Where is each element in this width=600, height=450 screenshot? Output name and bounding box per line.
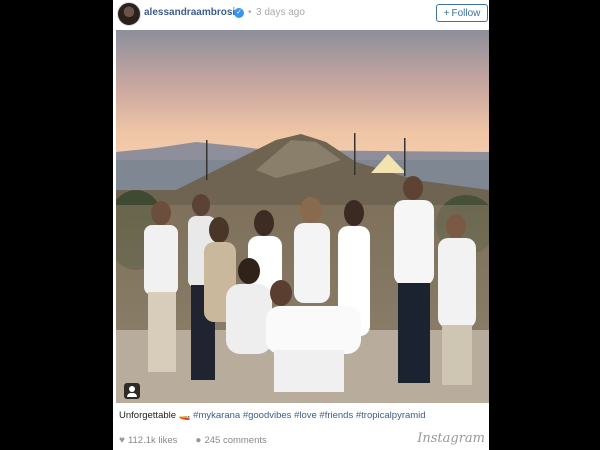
post-caption: Unforgettable 🚤 #mykarana #goodvibes #lo… [119,410,426,421]
post-header: alessandraambrosio ✓ • 3 days ago + Foll… [113,0,489,27]
post-timestamp[interactable]: 3 days ago [256,7,305,18]
hashtag-link[interactable]: #mykarana [193,410,240,421]
hashtag-link[interactable]: #tropicalpyramid [356,410,426,421]
caption-text: Unforgettable [119,410,177,421]
follow-button[interactable]: + Follow [436,4,488,22]
boat-emoji-icon: 🚤 [178,410,191,421]
post-stats: ♥ 112.1k likes ● 245 comments [119,435,267,446]
separator-dot: • [248,7,252,18]
comments-count[interactable]: 245 comments [204,435,266,446]
hashtag-link[interactable]: #friends [319,410,353,421]
heart-icon[interactable]: ♥ [119,435,125,446]
plus-icon: + [443,7,450,19]
instagram-logo: Instagram [417,431,485,446]
post-photo[interactable] [116,30,489,403]
tagged-people-icon[interactable] [124,383,140,399]
hashtag-link[interactable]: #love [294,410,317,421]
group-photo-image [116,30,489,403]
instagram-post-card: alessandraambrosio ✓ • 3 days ago + Foll… [113,0,489,450]
comment-icon[interactable]: ● [195,435,201,446]
follow-label: Follow [451,7,481,19]
verified-badge-icon: ✓ [234,8,244,18]
likes-count[interactable]: 112.1k likes [128,435,177,446]
username-link[interactable]: alessandraambrosio [144,7,241,18]
avatar[interactable] [117,2,141,26]
hashtag-link[interactable]: #goodvibes [243,410,292,421]
